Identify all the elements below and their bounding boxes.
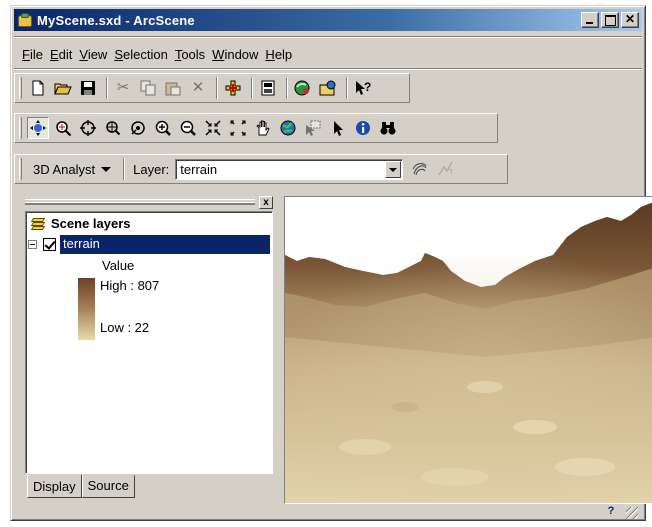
pan-icon[interactable] xyxy=(252,117,274,139)
title-bar[interactable]: MyScene.sxd - ArcScene ✕ xyxy=(14,9,642,31)
find-icon[interactable] xyxy=(377,117,399,139)
legend-low-label: Low : 22 xyxy=(100,320,150,335)
separator xyxy=(14,68,642,70)
narrow-fov-icon[interactable] xyxy=(202,117,224,139)
add-data-icon[interactable] xyxy=(222,77,244,99)
standard-toolbar: ✂ ✕ ? xyxy=(14,73,410,103)
resize-grip-icon[interactable] xyxy=(626,507,638,519)
chevron-down-icon xyxy=(101,166,112,172)
arccatalog-icon[interactable] xyxy=(317,77,339,99)
save-icon[interactable] xyxy=(77,77,99,99)
copy-icon[interactable] xyxy=(137,77,159,99)
toc-grip[interactable] xyxy=(25,202,255,205)
delete-icon[interactable]: ✕ xyxy=(187,77,209,99)
zoom-out-icon[interactable] xyxy=(177,117,199,139)
close-button[interactable]: ✕ xyxy=(621,12,639,28)
legend-high-label: High : 807 xyxy=(100,278,160,293)
layer-select[interactable]: terrain xyxy=(175,158,404,180)
help-icon[interactable]: ? xyxy=(603,505,619,519)
zoom-to-target-icon[interactable] xyxy=(102,117,124,139)
svg-text:?: ? xyxy=(364,80,371,94)
toolbar-separator xyxy=(123,158,126,180)
toolbar-separator xyxy=(106,77,108,99)
select-features-icon[interactable] xyxy=(302,117,324,139)
contour-icon[interactable] xyxy=(409,158,431,180)
steepest-path-icon[interactable] xyxy=(434,158,456,180)
toc-tabs: Display Source xyxy=(27,475,135,498)
navigation-toolbar xyxy=(14,113,498,143)
3d-analyst-dropdown[interactable]: 3D Analyst xyxy=(33,161,112,177)
menu-view[interactable]: View xyxy=(79,47,107,62)
status-bar: ? xyxy=(14,503,642,521)
scene-layers-label: Scene layers xyxy=(51,216,131,231)
toolbar-separator xyxy=(251,77,253,99)
toc-header[interactable]: x xyxy=(23,196,275,210)
arcscene-app-icon[interactable] xyxy=(17,12,33,28)
layer-visibility-checkbox[interactable] xyxy=(43,238,56,251)
menu-edit[interactable]: Edit xyxy=(50,47,72,62)
menu-selection[interactable]: Selection xyxy=(114,47,167,62)
target-center-icon[interactable] xyxy=(77,117,99,139)
layer-name-terrain[interactable]: terrain xyxy=(60,235,270,254)
menu-bar: File Edit View Selection Tools Window He… xyxy=(14,43,642,65)
open-icon[interactable] xyxy=(52,77,74,99)
toolbar-separator xyxy=(216,77,218,99)
maximize-button[interactable] xyxy=(601,12,619,28)
new-icon[interactable] xyxy=(27,77,49,99)
scene-properties-icon[interactable] xyxy=(257,77,279,99)
toolbar-separator xyxy=(286,77,288,99)
layers-stack-icon xyxy=(30,217,46,231)
select-elements-icon[interactable] xyxy=(327,117,349,139)
toc-tree: Scene layers terrain Value High : 807 Lo… xyxy=(25,211,273,474)
separator xyxy=(14,36,642,38)
tab-source[interactable]: Source xyxy=(81,475,135,498)
arctoolbox-icon[interactable] xyxy=(292,77,314,99)
menu-tools[interactable]: Tools xyxy=(175,47,205,62)
toc-close-button[interactable]: x xyxy=(259,196,273,209)
layer-select-dropdown-button[interactable] xyxy=(385,160,402,178)
3d-analyst-toolbar: 3D Analyst Layer: terrain xyxy=(14,154,508,184)
menu-help[interactable]: Help xyxy=(265,47,292,62)
toolbar-grip[interactable] xyxy=(19,117,22,139)
3d-analyst-label: 3D Analyst xyxy=(33,161,96,177)
terrain-render[interactable] xyxy=(285,197,652,504)
layer-select-value: terrain xyxy=(180,161,218,177)
minimize-button[interactable] xyxy=(581,12,599,28)
collapse-toggle-icon[interactable] xyxy=(28,240,37,249)
layer-label: Layer: xyxy=(133,161,170,177)
full-extent-icon[interactable] xyxy=(277,117,299,139)
expand-fov-icon[interactable] xyxy=(227,117,249,139)
whats-this-icon[interactable]: ? xyxy=(352,77,374,99)
toolbar-separator xyxy=(346,77,348,99)
scene-layers-node[interactable]: Scene layers xyxy=(30,216,131,231)
cut-icon[interactable]: ✂ xyxy=(112,77,134,99)
zoom-in-icon[interactable] xyxy=(152,117,174,139)
table-of-contents-panel: x Scene layers terrain Value High : 807 … xyxy=(23,196,275,498)
identify-icon[interactable] xyxy=(352,117,374,139)
toolbar-grip[interactable] xyxy=(19,77,22,99)
legend-color-ramp[interactable] xyxy=(78,278,95,340)
arcscene-window: MyScene.sxd - ArcScene ✕ File Edit View … xyxy=(10,5,652,521)
navigate-icon[interactable] xyxy=(27,117,49,139)
toolbar-grip[interactable] xyxy=(19,158,22,180)
menu-file[interactable]: File xyxy=(22,47,43,62)
set-observer-icon[interactable] xyxy=(127,117,149,139)
window-title: MyScene.sxd - ArcScene xyxy=(37,12,195,28)
legend-title: Value xyxy=(102,258,135,273)
paste-icon[interactable] xyxy=(162,77,184,99)
layer-row-terrain[interactable]: terrain xyxy=(28,235,270,254)
fly-icon[interactable] xyxy=(52,117,74,139)
menu-window[interactable]: Window xyxy=(212,47,258,62)
scene-3d-view[interactable] xyxy=(284,196,652,504)
tab-display[interactable]: Display xyxy=(27,475,82,498)
